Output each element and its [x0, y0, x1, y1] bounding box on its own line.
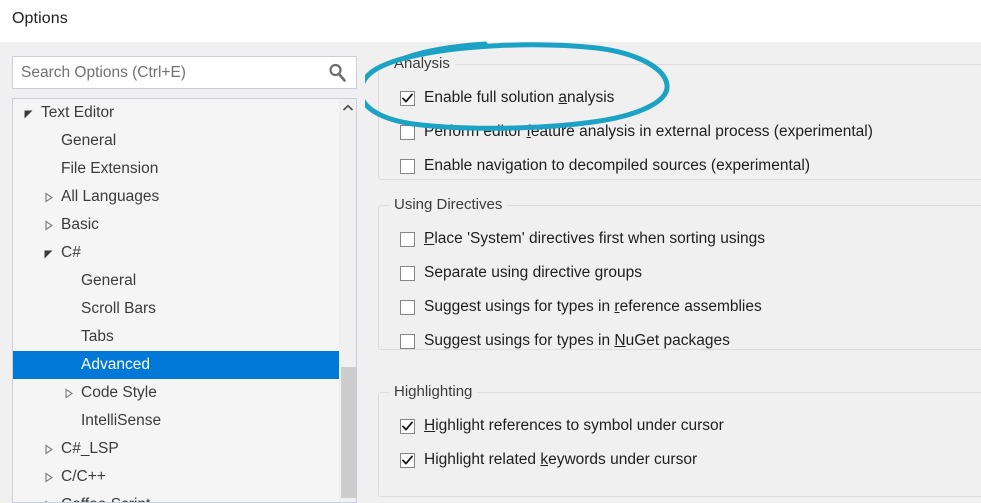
dialog-body: Text Editor General File Extension All Lang… — [0, 42, 981, 503]
tree-item-label: General — [61, 132, 117, 149]
tree-item-label: File Extension — [61, 160, 159, 177]
options-dialog: Options Text Editor General File Extension… — [0, 0, 981, 503]
checkbox-unchecked-icon[interactable] — [400, 265, 415, 281]
tree-item-c-lsp[interactable]: C#_LSP — [13, 435, 340, 463]
tree-expander-collapsed-icon[interactable] — [63, 379, 79, 407]
tree-item-label: Coffee Script — [61, 491, 150, 502]
group-using-directives: Using Directives Place 'System' directive… — [378, 196, 981, 352]
checkbox-unchecked-icon[interactable] — [400, 299, 415, 315]
checkbox-row-suggest-usings-for-types-in-nuget-packag[interactable]: Suggest usings for types in NuGet packag… — [400, 330, 730, 352]
scrollbar-thumb[interactable] — [341, 367, 356, 498]
tree-expander-collapsed-icon[interactable] — [43, 463, 59, 491]
checkbox-checked-icon[interactable] — [400, 90, 415, 106]
tree-expander-expanded-icon[interactable] — [43, 239, 59, 267]
checkbox-row-place-system-directives-first-when-sorti[interactable]: Place 'System' directives first when sor… — [400, 228, 765, 250]
group-analysis: Analysis Enable full solution analysis Per… — [378, 55, 981, 180]
checkbox-row-suggest-usings-for-types-in-reference-as[interactable]: Suggest usings for types in reference as… — [400, 296, 762, 318]
tree-item-c[interactable]: C# — [13, 239, 340, 267]
tree-item-label: C/C++ — [61, 468, 106, 485]
checkbox-row-separate-using-directive-groups[interactable]: Separate using directive groups — [400, 262, 642, 284]
tree-item-all-languages[interactable]: All Languages — [13, 183, 340, 211]
tree-scrollbar[interactable] — [339, 99, 356, 502]
tree-item-coffee-script[interactable]: Coffee Script — [13, 491, 340, 502]
checkbox-label: Highlight related keywords under cursor — [424, 451, 698, 468]
tree-expander-collapsed-icon[interactable] — [43, 491, 59, 502]
checkbox-checked-icon[interactable] — [400, 452, 415, 468]
checkbox-row-highlight-related-keywords-under-cursor[interactable]: Highlight related keywords under cursor — [400, 449, 697, 471]
options-tree-panel: Text Editor General File Extension All Lang… — [12, 98, 357, 503]
checkbox-unchecked-icon[interactable] — [400, 124, 415, 140]
search-box[interactable] — [12, 56, 357, 89]
checkbox-unchecked-icon[interactable] — [400, 231, 415, 247]
tree-item-advanced[interactable]: Advanced — [13, 351, 340, 379]
search-icon — [326, 62, 348, 84]
tree-item-general[interactable]: General — [13, 127, 340, 155]
group-legend: Analysis — [389, 55, 455, 72]
tree-item-scroll-bars[interactable]: Scroll Bars — [13, 295, 340, 323]
checkbox-unchecked-icon[interactable] — [400, 333, 415, 349]
tree-item-label: Basic — [61, 216, 99, 233]
tree-expander-collapsed-icon[interactable] — [43, 211, 59, 239]
tree-item-label: IntelliSense — [81, 412, 162, 429]
tree-item-code-style[interactable]: Code Style — [13, 379, 340, 407]
options-tree[interactable]: Text Editor General File Extension All Lang… — [13, 99, 340, 502]
checkbox-row-enable-navigation-to-decompiled-sources-[interactable]: Enable navigation to decompiled sources … — [400, 155, 810, 177]
checkbox-label: Suggest usings for types in NuGet packag… — [424, 332, 730, 349]
tree-item-label: C# — [61, 244, 81, 261]
checkbox-row-enable-full-solution-analysis[interactable]: Enable full solution analysis — [400, 87, 614, 109]
tree-item-label: General — [81, 272, 137, 289]
checkbox-row-perform-editor-feature-analysis-in-exter[interactable]: Perform editor feature analysis in exter… — [400, 121, 873, 143]
tree-item-label: Text Editor — [41, 104, 115, 121]
checkbox-checked-icon[interactable] — [400, 418, 415, 434]
checkbox-row-highlight-references-to-symbol-under-cur[interactable]: Highlight references to symbol under cur… — [400, 415, 724, 437]
options-content: Analysis Enable full solution analysis Per… — [375, 42, 981, 503]
checkbox-label: Separate using directive groups — [424, 264, 642, 281]
tree-item-c-c[interactable]: C/C++ — [13, 463, 340, 491]
tree-item-label: Scroll Bars — [81, 300, 156, 317]
tree-expander-collapsed-icon[interactable] — [43, 183, 59, 211]
search-input[interactable] — [21, 57, 317, 88]
tree-item-tabs[interactable]: Tabs — [13, 323, 340, 351]
tree-item-label: Tabs — [81, 328, 114, 345]
tree-item-label: Code Style — [81, 384, 157, 401]
checkbox-label: Place 'System' directives first when sor… — [424, 230, 766, 247]
checkbox-label: Enable full solution analysis — [424, 89, 615, 106]
tree-expander-collapsed-icon[interactable] — [43, 435, 59, 463]
tree-item-file-extension[interactable]: File Extension — [13, 155, 340, 183]
group-legend: Highlighting — [389, 383, 478, 400]
checkbox-label: Suggest usings for types in reference as… — [424, 298, 762, 315]
tree-expander-expanded-icon[interactable] — [23, 99, 39, 127]
tree-item-intellisense[interactable]: IntelliSense — [13, 407, 340, 435]
tree-item-general[interactable]: General — [13, 267, 340, 295]
tree-item-label: All Languages — [61, 188, 160, 205]
tree-item-label: Advanced — [81, 356, 150, 373]
tree-item-basic[interactable]: Basic — [13, 211, 340, 239]
checkbox-label: Enable navigation to decompiled sources … — [424, 157, 810, 174]
checkbox-label: Highlight references to symbol under cur… — [424, 417, 724, 434]
page-title: Options — [12, 10, 68, 27]
group-highlighting: Highlighting Highlight references to symb… — [378, 383, 981, 497]
checkbox-unchecked-icon[interactable] — [400, 158, 415, 174]
checkbox-label: Perform editor feature analysis in exter… — [424, 123, 873, 140]
scroll-up-button[interactable] — [340, 99, 356, 117]
tree-item-label: C#_LSP — [61, 440, 119, 457]
tree-item-text-editor[interactable]: Text Editor — [13, 99, 340, 127]
group-legend: Using Directives — [389, 196, 508, 213]
dialog-titlebar: Options — [0, 0, 981, 42]
